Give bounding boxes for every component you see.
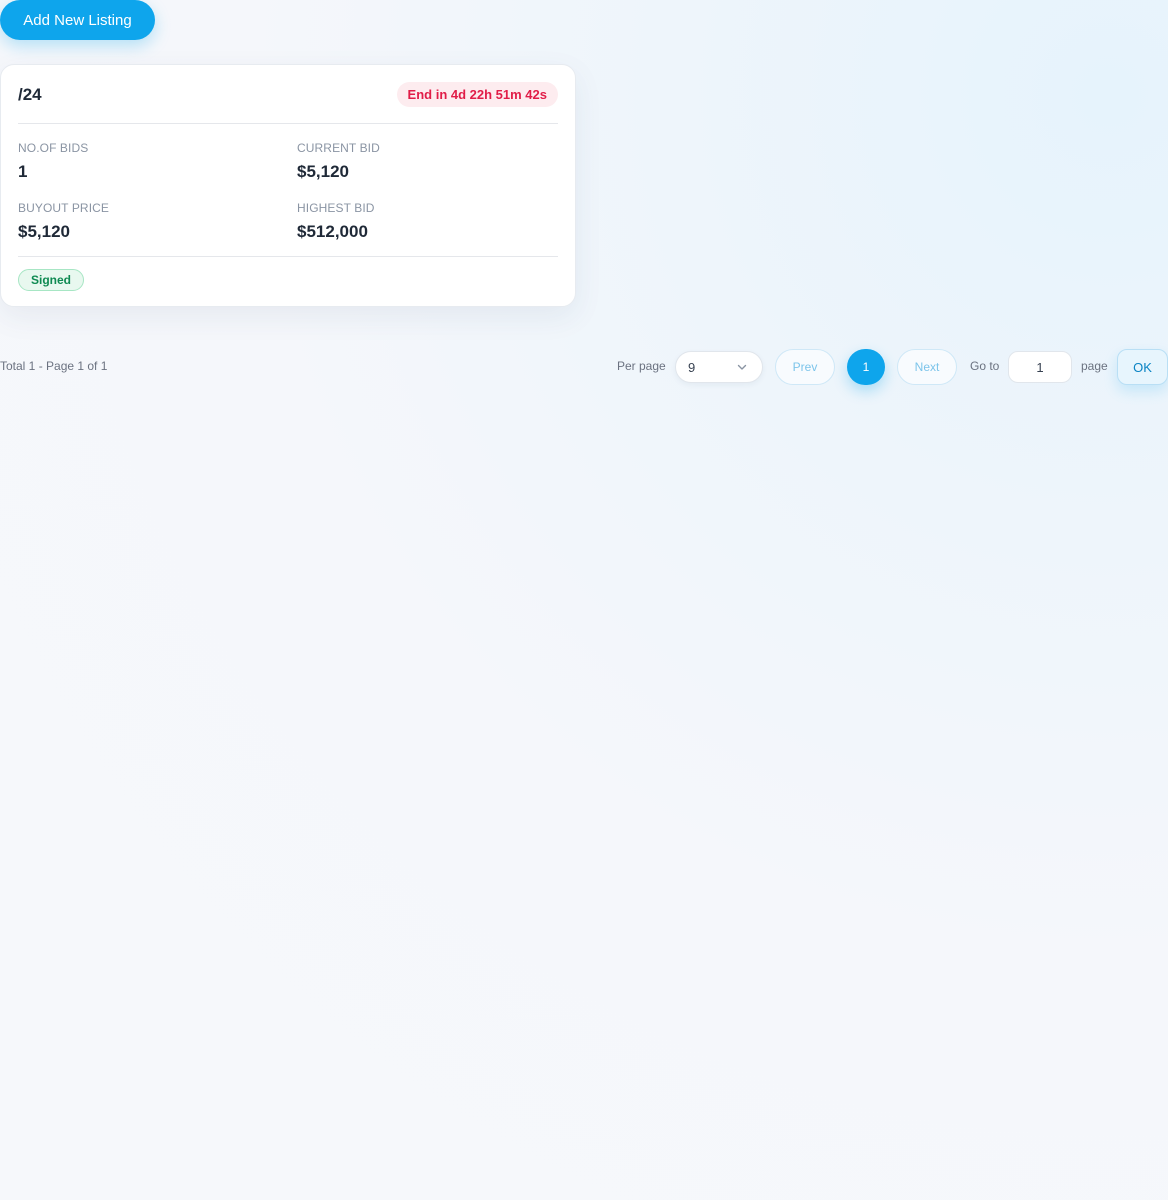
current-bid-value: $5,120 xyxy=(297,162,349,181)
goto-page-suffix: page xyxy=(1081,359,1108,373)
buyout-price-value: $5,120 xyxy=(18,222,70,241)
page-number-button[interactable]: 1 xyxy=(847,349,885,385)
highest-bid-label: HIGHEST BID xyxy=(297,201,375,215)
bids-value: 1 xyxy=(18,162,28,181)
pagination-total: Total 1 - Page 1 of 1 xyxy=(0,359,108,373)
card-divider xyxy=(18,256,558,257)
buyout-price-stat: BUYOUT PRICE $5,120 xyxy=(18,201,109,242)
add-new-listing-button[interactable]: Add New Listing xyxy=(0,0,155,40)
card-divider xyxy=(18,123,558,124)
next-page-button[interactable]: Next xyxy=(897,349,957,385)
listing-card[interactable]: /24 End in 4d 22h 51m 42s NO.OF BIDS 1 C… xyxy=(0,64,576,307)
bids-label: NO.OF BIDS xyxy=(18,141,89,155)
goto-ok-button[interactable]: OK xyxy=(1117,349,1168,385)
highest-bid-stat: HIGHEST BID $512,000 xyxy=(297,201,375,242)
goto-label: Go to xyxy=(970,359,1000,373)
current-bid-label: CURRENT BID xyxy=(297,141,380,155)
chevron-down-icon xyxy=(737,364,747,370)
status-badge: Signed xyxy=(18,269,85,291)
bids-stat: NO.OF BIDS 1 xyxy=(18,141,88,182)
current-bid-stat: CURRENT BID $5,120 xyxy=(297,141,380,182)
countdown-badge: End in 4d 22h 51m 42s xyxy=(396,82,558,107)
prev-page-button[interactable]: Prev xyxy=(775,349,835,385)
listing-title: /24 xyxy=(18,85,42,104)
per-page-label: Per page xyxy=(617,359,666,373)
highest-bid-value: $512,000 xyxy=(297,222,368,241)
per-page-value: 9 xyxy=(688,359,696,375)
goto-page-input[interactable] xyxy=(1008,351,1072,383)
buyout-price-label: BUYOUT PRICE xyxy=(18,201,109,215)
per-page-select[interactable]: 9 xyxy=(675,351,763,383)
